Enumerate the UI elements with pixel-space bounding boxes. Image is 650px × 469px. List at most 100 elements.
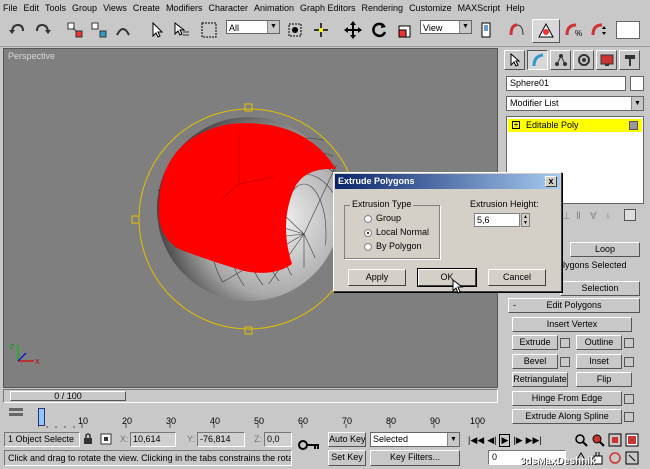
dialog-title-bar[interactable]: Extrude Polygons x	[335, 174, 560, 189]
select-object-button[interactable]	[146, 19, 168, 41]
radio-local-normal[interactable]	[364, 229, 372, 237]
hinge-from-edge-button[interactable]: Hinge From Edge	[512, 391, 622, 406]
menu-help[interactable]: Help	[503, 3, 528, 13]
menu-animation[interactable]: Animation	[251, 3, 297, 13]
ok-button[interactable]: OK	[417, 268, 477, 287]
window-crossing-button[interactable]	[284, 19, 306, 41]
extrude-settings-button[interactable]	[560, 338, 570, 348]
menu-tools[interactable]: Tools	[42, 3, 69, 13]
modifier-list-dropdown[interactable]: Modifier List ▼	[506, 96, 644, 111]
bevel-button[interactable]: Bevel	[512, 354, 558, 369]
unlink-button[interactable]	[88, 19, 110, 41]
spinner-snap-button[interactable]	[588, 19, 610, 41]
retriangulate-button[interactable]: Retriangulate	[512, 372, 568, 387]
select-and-move-button[interactable]	[342, 19, 364, 41]
z-coordinate-field[interactable]: 0,0	[264, 432, 292, 447]
inset-button[interactable]: Inset	[576, 354, 622, 369]
extrusion-height-input[interactable]: 5,6	[474, 213, 520, 227]
edit-polygons-rollout-header[interactable]: - Edit Polygons	[508, 298, 640, 313]
gizmo-handle-top[interactable]	[244, 103, 253, 112]
flip-button[interactable]: Flip	[576, 372, 632, 387]
apply-button[interactable]: Apply	[348, 269, 406, 286]
menu-customize[interactable]: Customize	[406, 3, 455, 13]
show-end-result-icon[interactable]: Ⅱ	[576, 211, 581, 222]
select-and-manipulate-button[interactable]	[310, 19, 332, 41]
next-frame-icon[interactable]: |▶	[513, 435, 522, 446]
auto-key-button[interactable]: Auto Key	[328, 432, 366, 447]
angle-snap-button[interactable]: %	[562, 19, 584, 41]
gizmo-handle-bottom[interactable]	[244, 326, 253, 335]
menu-graph-editors[interactable]: Graph Editors	[297, 3, 359, 13]
outline-settings-button[interactable]	[624, 338, 634, 348]
inset-settings-button[interactable]	[624, 357, 634, 367]
play-icon[interactable]: ▶	[499, 433, 511, 447]
snap-toggle-button[interactable]	[532, 19, 560, 43]
hinge-settings-button[interactable]	[624, 394, 634, 404]
set-key-button[interactable]: Set Key	[328, 450, 366, 466]
reference-coordinate-dropdown[interactable]: View ▼	[420, 20, 472, 34]
time-slider-track[interactable]: 0 / 100	[3, 389, 498, 403]
undo-button[interactable]	[6, 19, 28, 41]
selection-rollout-header[interactable]: Selection	[560, 281, 640, 296]
radio-group[interactable]	[364, 215, 372, 223]
menu-views[interactable]: Views	[100, 3, 130, 13]
extrude-spline-settings-button[interactable]	[624, 412, 634, 422]
selection-filter-dropdown[interactable]: All ▼	[226, 20, 280, 34]
menu-edit[interactable]: Edit	[21, 3, 43, 13]
insert-vertex-button[interactable]: Insert Vertex	[512, 317, 632, 332]
menu-group[interactable]: Group	[69, 3, 100, 13]
extrude-button[interactable]: Extrude	[512, 335, 558, 350]
radio-group-label[interactable]: Group	[376, 213, 401, 223]
menu-character[interactable]: Character	[205, 3, 251, 13]
menu-maxscript[interactable]: MAXScript	[455, 3, 504, 13]
track-bar[interactable]: 10 20 30 40 50 60 70 80 90 100	[0, 404, 500, 430]
rectangular-selection-button[interactable]	[198, 19, 220, 41]
menu-modifiers[interactable]: Modifiers	[163, 3, 206, 13]
make-unique-icon[interactable]: ∀	[590, 211, 597, 222]
zoom-all-icon[interactable]	[591, 433, 605, 447]
previous-frame-icon[interactable]: ◀|	[487, 435, 496, 446]
key-filters-button[interactable]: Key Filters...	[370, 450, 460, 466]
zoom-icon[interactable]	[574, 433, 588, 447]
remove-modifier-icon[interactable]: ♁	[604, 211, 612, 222]
key-set-dropdown[interactable]: Selected ▼	[370, 432, 460, 447]
cancel-button[interactable]: Cancel	[488, 269, 546, 286]
tab-utilities[interactable]	[619, 50, 640, 70]
absolute-mode-icon[interactable]	[100, 433, 112, 445]
object-name-field[interactable]: Sphere01	[506, 76, 626, 91]
tab-modify[interactable]	[527, 50, 548, 70]
tab-create[interactable]	[504, 50, 525, 70]
use-pivot-center-button[interactable]	[476, 19, 498, 41]
mini-curve-editor-button[interactable]	[8, 406, 24, 420]
go-to-start-icon[interactable]: |◀◀	[468, 435, 484, 446]
object-color-swatch[interactable]	[630, 76, 644, 91]
select-and-rotate-button[interactable]	[368, 19, 390, 41]
time-slider-thumb[interactable]: 0 / 100	[10, 391, 126, 401]
tab-hierarchy[interactable]	[550, 50, 571, 70]
close-icon[interactable]: x	[545, 176, 557, 187]
loop-button[interactable]: Loop	[570, 242, 640, 257]
mirror-button[interactable]	[506, 19, 528, 41]
lock-icon[interactable]	[82, 433, 94, 445]
configure-sets-icon[interactable]	[624, 209, 636, 221]
extrusion-height-spinner[interactable]: ▲ ▼	[521, 213, 530, 227]
arc-rotate-icon[interactable]	[608, 451, 622, 465]
go-to-end-icon[interactable]: ▶▶|	[526, 435, 542, 446]
radio-by-polygon[interactable]	[364, 243, 372, 251]
zoom-extents-icon[interactable]	[608, 433, 622, 447]
pin-stack-icon[interactable]: ⊥	[562, 211, 571, 222]
select-and-link-button[interactable]	[64, 19, 86, 41]
maximize-viewport-icon[interactable]	[625, 451, 639, 465]
radio-by-polygon-label[interactable]: By Polygon	[376, 241, 422, 251]
select-by-name-button[interactable]	[170, 19, 192, 41]
menu-file[interactable]: File	[0, 3, 21, 13]
gizmo-handle-left[interactable]	[131, 215, 140, 224]
tab-display[interactable]	[596, 50, 617, 70]
bevel-settings-button[interactable]	[560, 357, 570, 367]
extrude-along-spline-button[interactable]: Extrude Along Spline	[512, 409, 622, 424]
y-coordinate-field[interactable]: -76,814	[197, 432, 245, 447]
menu-create[interactable]: Create	[130, 3, 163, 13]
stack-item-toggle[interactable]	[629, 121, 638, 130]
radio-local-normal-label[interactable]: Local Normal	[376, 227, 429, 237]
key-icon[interactable]	[298, 438, 320, 452]
